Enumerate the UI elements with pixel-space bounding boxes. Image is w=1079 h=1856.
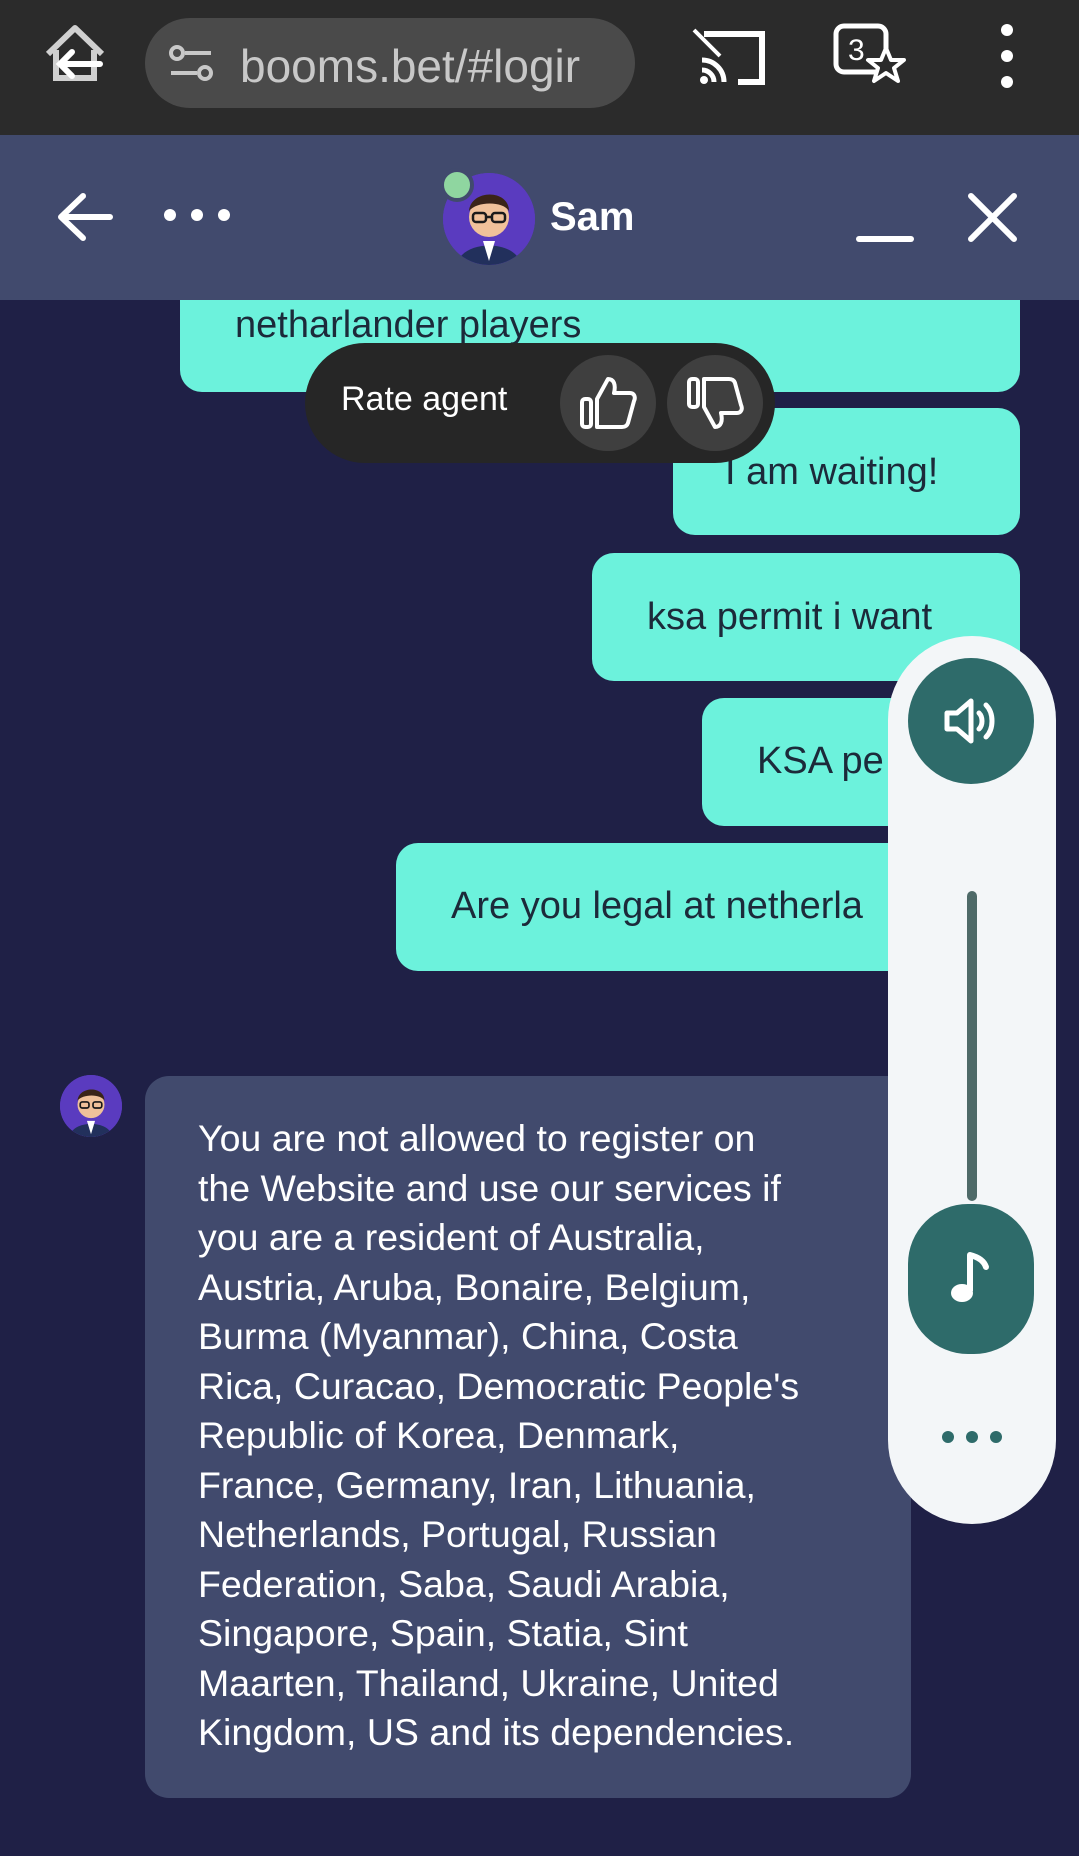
message-line: Kingdom, US and its dependencies. <box>198 1711 795 1753</box>
tabs-icon[interactable]: 3 <box>830 18 910 93</box>
home-icon[interactable] <box>40 18 110 88</box>
speaker-icon[interactable] <box>908 658 1034 784</box>
message-text: ksa permit i want <box>647 596 933 638</box>
volume-slider-track[interactable] <box>967 891 977 1201</box>
message-line: Netherlands, Portugal, Russian <box>198 1513 718 1555</box>
volume-slider-thumb[interactable] <box>908 1204 1034 1354</box>
rate-agent-label: Rate agent <box>341 380 508 418</box>
online-status-dot <box>440 168 474 202</box>
message-line: Austria, Aruba, Bonaire, Belgium, <box>198 1265 751 1308</box>
agent-avatar-small <box>60 1075 122 1137</box>
url-text[interactable]: booms.bet/#logir <box>240 39 620 93</box>
agent-message: You are not allowed to register on the W… <box>145 1076 911 1798</box>
message-text: KSA pe <box>757 740 884 782</box>
more-vert-icon[interactable] <box>992 20 1022 95</box>
minimize-icon[interactable] <box>855 195 915 245</box>
chat-header: Sam <box>0 135 1079 300</box>
more-horiz-icon[interactable] <box>938 1426 1006 1448</box>
message-line: Singapore, Spain, Statia, Sint <box>198 1612 688 1654</box>
agent-name: Sam <box>550 195 635 239</box>
message-line: you are a resident of Australia, <box>198 1216 705 1258</box>
message-line: Federation, Saba, Saudi Arabia, <box>198 1562 730 1605</box>
message-text: netharlander players <box>235 304 582 346</box>
back-arrow-icon[interactable] <box>55 190 115 245</box>
message-text: I am waiting! <box>725 451 939 493</box>
cast-icon[interactable] <box>692 20 772 95</box>
message-line: the Website and use our services if <box>198 1166 781 1209</box>
close-icon[interactable] <box>965 190 1020 245</box>
volume-panel <box>888 636 1056 1524</box>
message-line: Maarten, Thailand, Ukraine, United <box>198 1661 779 1704</box>
message-line: You are not allowed to register on <box>198 1117 756 1159</box>
message-line: Burma (Myanmar), China, Costa <box>198 1315 738 1357</box>
thumbs-down-icon[interactable] <box>667 355 763 451</box>
site-settings-icon[interactable] <box>167 43 215 83</box>
address-bar[interactable]: booms.bet/#logir <box>145 18 635 108</box>
message-line: France, Germany, Iran, Lithuania, <box>198 1463 756 1506</box>
message-text: Are you legal at netherla <box>451 885 863 927</box>
message-line: Rica, Curacao, Democratic People's <box>198 1364 800 1407</box>
rate-agent-popup: Rate agent <box>305 343 775 463</box>
tab-count: 3 <box>848 34 865 67</box>
browser-toolbar: booms.bet/#logir 3 <box>0 0 1079 135</box>
thumbs-up-icon[interactable] <box>560 355 656 451</box>
more-horiz-icon[interactable] <box>162 200 232 230</box>
message-line: Republic of Korea, Denmark, <box>198 1414 680 1456</box>
